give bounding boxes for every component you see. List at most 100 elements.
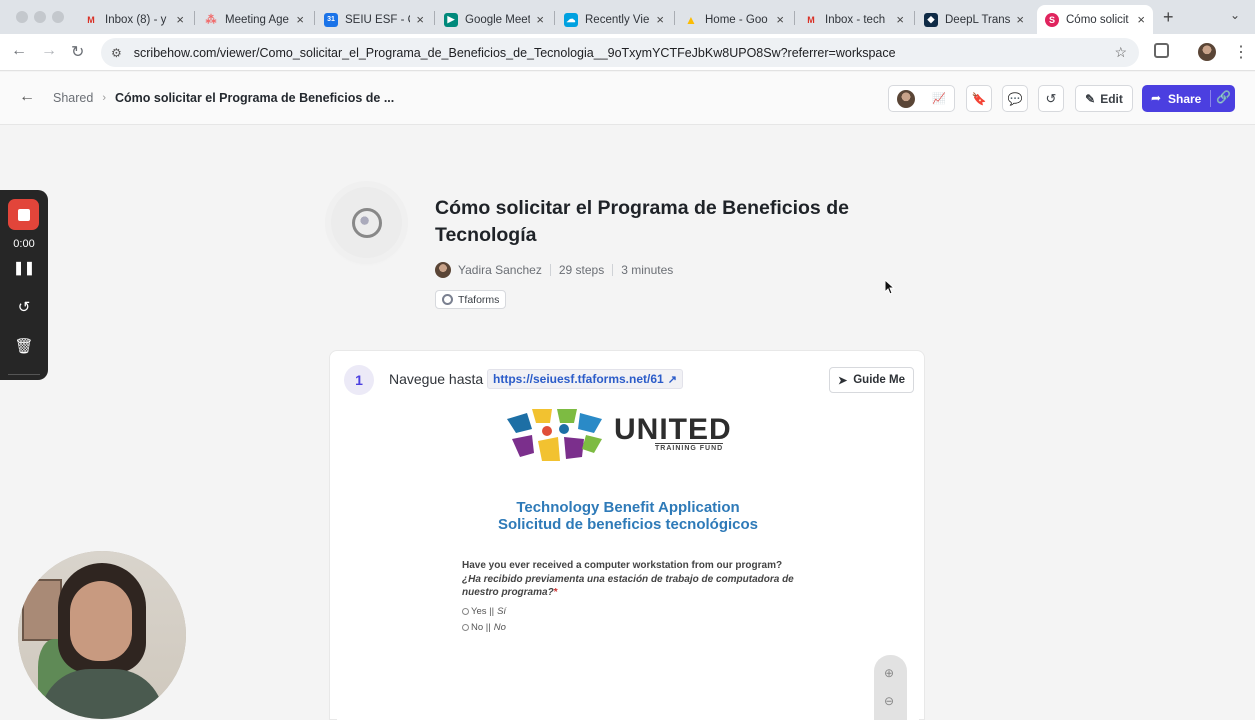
radio-icon xyxy=(462,624,469,631)
browser-toolbar: ← → ↻ ⚙ scribehow.com/viewer/Como_solici… xyxy=(0,34,1255,71)
breadcrumb-current: Cómo solicitar el Programa de Beneficios… xyxy=(114,91,395,105)
close-icon[interactable]: × xyxy=(776,12,784,27)
navigation-arrow-icon: ➤ xyxy=(838,374,848,387)
tab-search-icon[interactable]: ⌄ xyxy=(1230,8,1240,22)
tab-label: Inbox (8) - y xyxy=(105,13,167,26)
author-name[interactable]: Yadira Sanchez xyxy=(458,263,542,277)
comments-button[interactable]: 💬 xyxy=(1002,85,1028,112)
step-link-url: https://seiuesf.tfaforms.net/61 xyxy=(493,372,664,386)
analytics-icon[interactable]: 📈 xyxy=(932,92,946,105)
profile-avatar[interactable] xyxy=(1198,43,1216,61)
deepl-icon: ◆ xyxy=(924,12,938,27)
tab-label: SEIU ESF - C xyxy=(345,13,411,26)
restart-icon[interactable]: ↺ xyxy=(0,298,48,316)
breadcrumb-shared[interactable]: Shared xyxy=(53,91,93,105)
close-icon[interactable]: × xyxy=(1016,12,1024,27)
browser-tab[interactable]: ⁂ Meeting Age × xyxy=(196,5,312,34)
mouse-cursor-icon xyxy=(885,280,895,295)
radio-icon xyxy=(462,608,469,615)
tab-label: Meeting Age xyxy=(225,13,289,26)
guide-me-label: Guide Me xyxy=(853,374,905,386)
browser-menu-icon[interactable]: ⋮ xyxy=(1233,42,1249,62)
close-icon[interactable]: × xyxy=(296,12,304,27)
external-link-icon: ↗ xyxy=(667,373,677,386)
viewer-avatar[interactable] xyxy=(897,89,916,108)
forward-arrow-icon[interactable]: → xyxy=(41,42,57,60)
edit-button[interactable]: ✎ Edit xyxy=(1075,85,1133,112)
share-button[interactable]: ➦ Share 🔗 xyxy=(1142,85,1235,112)
window-minimize-button[interactable] xyxy=(34,11,46,23)
browser-tab[interactable]: ▶ Google Meet × xyxy=(436,5,552,34)
radio-option-no[interactable]: No || No xyxy=(462,622,506,633)
form-title: Technology Benefit Application Solicitud… xyxy=(337,499,919,533)
guide-me-button[interactable]: ➤ Guide Me xyxy=(829,367,914,393)
step-screenshot[interactable]: UNITED TRAINING FUND Technology Benefit … xyxy=(337,409,919,720)
bookmark-button[interactable]: 🔖 xyxy=(966,85,992,112)
step-link[interactable]: https://seiuesf.tfaforms.net/61 ↗ xyxy=(487,369,683,389)
zoom-controls: ⊕ ⊖ xyxy=(874,655,907,720)
drive-icon: ▲ xyxy=(685,12,697,27)
close-icon[interactable]: × xyxy=(896,12,904,27)
globe-icon xyxy=(351,207,382,238)
gmail-icon: M xyxy=(807,14,815,25)
browser-tab-active[interactable]: S Cómo solicit × xyxy=(1037,5,1153,34)
new-tab-button[interactable]: + xyxy=(1163,7,1174,28)
salesforce-icon: ☁ xyxy=(564,12,578,27)
browser-tab[interactable]: M Inbox (8) - y × xyxy=(76,5,192,34)
bookmark-icon: 🔖 xyxy=(971,91,987,106)
window-maximize-button[interactable] xyxy=(52,11,64,23)
zoom-out-icon[interactable]: ⊖ xyxy=(884,694,894,708)
pause-icon[interactable]: ❚❚ xyxy=(0,260,48,276)
form-title-es: Solicitud de beneficios tecnológicos xyxy=(497,516,759,533)
site-settings-icon[interactable]: ⚙ xyxy=(111,46,122,60)
extensions-icon[interactable] xyxy=(1154,43,1169,58)
meet-icon: ▶ xyxy=(444,12,458,27)
stop-recording-button[interactable] xyxy=(8,199,39,230)
form-question: Have you ever received a computer workst… xyxy=(462,559,802,600)
duration: 3 minutes xyxy=(621,263,674,277)
copy-link-icon[interactable]: 🔗 xyxy=(1216,90,1231,104)
reload-icon[interactable]: ↻ xyxy=(71,42,84,62)
viewers-analytics-group[interactable]: 📈 xyxy=(888,85,955,112)
window-close-button[interactable] xyxy=(16,11,28,23)
bookmark-star-icon[interactable]: ☆ xyxy=(1114,44,1127,61)
asana-icon: ⁂ xyxy=(205,14,217,26)
logo-subtext: TRAINING FUND xyxy=(655,443,724,452)
scribe-icon: S xyxy=(1045,12,1059,27)
back-arrow-icon[interactable]: ← xyxy=(19,88,35,106)
logo-text: UNITED xyxy=(614,413,732,446)
zoom-in-icon[interactable]: ⊕ xyxy=(884,666,894,680)
author-avatar xyxy=(435,262,451,278)
close-icon[interactable]: × xyxy=(656,12,664,27)
close-icon[interactable]: × xyxy=(176,12,184,27)
browser-tab[interactable]: ◆ DeepL Transl × xyxy=(916,5,1032,34)
radio-option-yes[interactable]: Yes || Sí xyxy=(462,606,506,617)
close-icon[interactable]: × xyxy=(536,12,544,27)
app-tag[interactable]: Tfaforms xyxy=(435,290,507,309)
tab-label: Home - Goo xyxy=(705,13,768,26)
browser-tab[interactable]: ☁ Recently Vie × xyxy=(556,5,672,34)
browser-tab[interactable]: M Inbox - tech × xyxy=(796,5,912,34)
step-card: 1 Navegue hasta https://seiuesf.tfaforms… xyxy=(329,350,925,720)
calendar-icon: 31 xyxy=(324,12,338,27)
tab-label: Recently Vie xyxy=(585,13,650,26)
required-mark: * xyxy=(553,587,558,598)
united-training-fund-logo xyxy=(507,409,602,461)
address-bar[interactable]: ⚙ scribehow.com/viewer/Como_solicitar_el… xyxy=(101,38,1139,67)
globe-icon xyxy=(442,294,453,305)
delete-icon[interactable]: 🗑 xyxy=(0,337,48,355)
steps-count: 29 steps xyxy=(558,263,605,277)
browser-tab[interactable]: 31 SEIU ESF - C × xyxy=(316,5,432,34)
chevron-right-icon: › xyxy=(102,92,106,104)
comment-icon: 💬 xyxy=(1007,91,1023,106)
close-icon[interactable]: × xyxy=(1137,12,1145,27)
webcam-bubble[interactable] xyxy=(18,551,186,719)
back-arrow-icon[interactable]: ← xyxy=(11,42,27,60)
step-text: Navegue hasta xyxy=(389,371,484,387)
step-number: 1 xyxy=(344,365,374,395)
close-icon[interactable]: × xyxy=(416,12,424,27)
browser-tab[interactable]: ▲ Home - Goo × xyxy=(676,5,792,34)
option-es: No xyxy=(493,622,506,633)
app-header: ← Shared › Cómo solicitar el Programa de… xyxy=(0,72,1255,125)
history-button[interactable]: ↺ xyxy=(1038,85,1064,112)
